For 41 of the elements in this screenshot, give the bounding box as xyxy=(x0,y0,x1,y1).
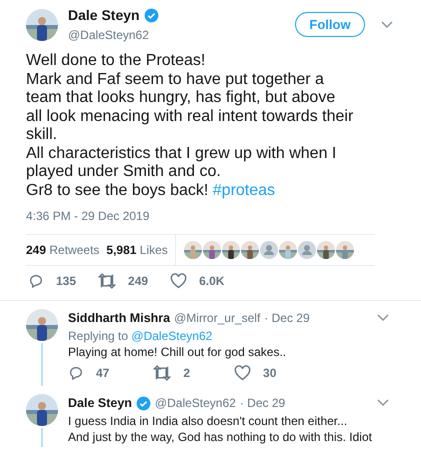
tweet-text: Well done to the Proteas! xyxy=(26,52,206,70)
author-name[interactable]: Dale Steyn xyxy=(68,394,132,412)
author-handle[interactable]: @DaleSteyn62 xyxy=(68,26,159,44)
default-avatar-icon xyxy=(298,241,316,259)
follow-button[interactable]: Follow xyxy=(295,12,365,37)
thread-line xyxy=(41,428,43,446)
retweet-icon[interactable] xyxy=(98,273,116,289)
tweet-timestamp[interactable]: 4:36 PM - 29 Dec 2019 xyxy=(26,209,150,223)
mention-link[interactable]: @DaleSteyn62 xyxy=(131,328,212,343)
author-name[interactable]: Siddharth Mishra xyxy=(68,309,170,328)
reply-count: 47 xyxy=(96,364,110,382)
speech-bubble-icon[interactable] xyxy=(28,273,44,289)
replying-to-text: Replying to @DaleSteyn62 xyxy=(68,328,214,344)
like-count: 6.0K xyxy=(199,273,224,290)
like-count: 30 xyxy=(263,364,276,382)
reply-text: Playing at home! Chill out for god sakes.. xyxy=(68,344,288,360)
thread-line xyxy=(41,343,43,386)
reply-text: I guess India in India also doesn't count then either... xyxy=(68,412,348,428)
reply-date[interactable]: · Dec 29 xyxy=(240,394,286,412)
retweet-icon[interactable] xyxy=(153,364,172,381)
heart-icon[interactable] xyxy=(234,364,252,381)
reply-date[interactable]: · Dec 29 xyxy=(264,309,310,328)
chevron-down-icon[interactable] xyxy=(381,20,393,28)
likes-stat[interactable]: 5,981 Likes xyxy=(106,241,168,259)
retweet-count: 249 xyxy=(128,273,148,290)
tweet-text: All characteristics that I grew up with when I played under Smith and co. xyxy=(26,144,338,182)
chevron-down-icon[interactable] xyxy=(377,399,389,408)
author-handle[interactable]: @DaleSteyn62 xyxy=(154,394,236,412)
author-name[interactable]: Dale Steyn xyxy=(68,5,140,26)
reply-text: And just by the way, God has nothing to do with this. Idiot xyxy=(68,428,373,444)
heart-icon[interactable] xyxy=(170,273,188,289)
tweet-text: Mark and Faf seem to have put together a team that looks hungry, has fight, but above all look menacing with real intent towards their skill. xyxy=(26,70,354,144)
speech-bubble-icon[interactable] xyxy=(68,364,84,381)
author-handle[interactable]: @Mirror_ur_self xyxy=(174,309,260,328)
retweet-count: 2 xyxy=(183,364,190,382)
tweet-text: Gr8 to see the boys back! #proteas xyxy=(26,182,276,200)
reply-count: 135 xyxy=(56,273,76,290)
chevron-down-icon[interactable] xyxy=(377,314,389,322)
retweets-stat[interactable]: 249 Retweets xyxy=(26,241,100,259)
default-avatar-icon xyxy=(260,241,278,259)
hashtag-link[interactable]: #proteas xyxy=(212,182,276,198)
